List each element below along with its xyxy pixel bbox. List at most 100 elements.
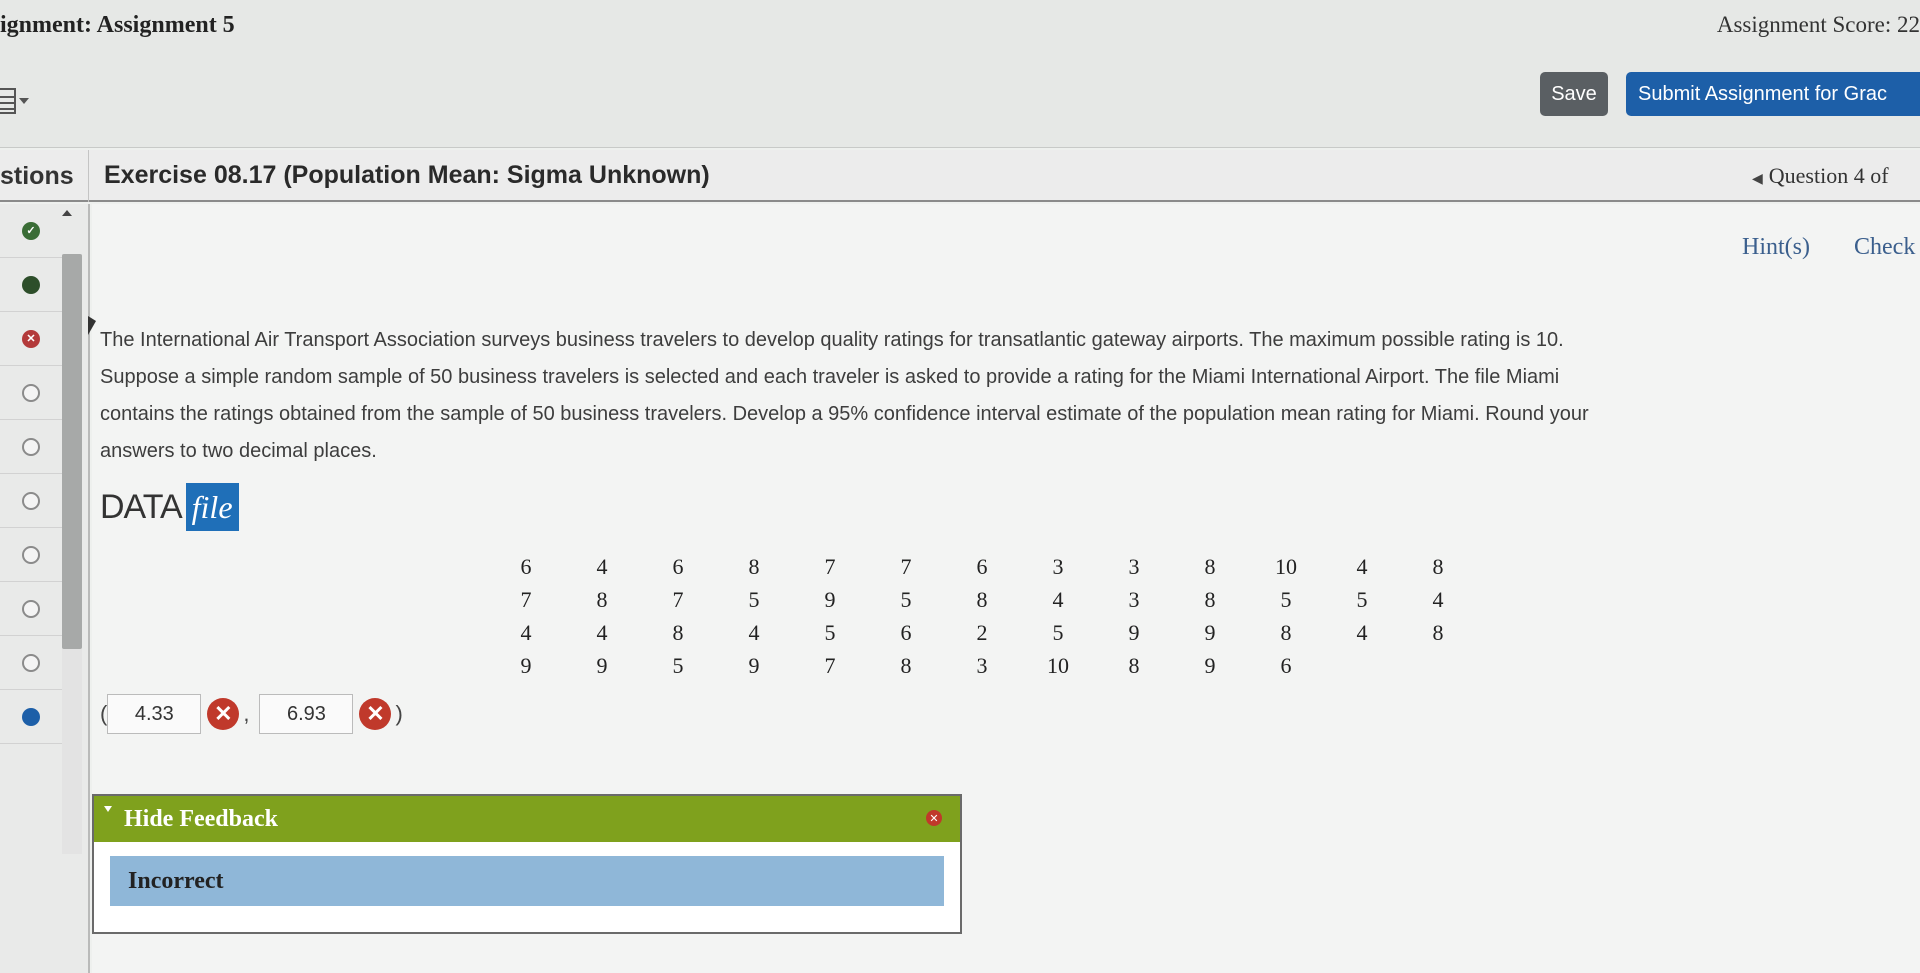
question-list-item[interactable] [0, 582, 62, 636]
question-nav-label: Question 4 of [1768, 163, 1889, 188]
table-cell: 4 [520, 619, 532, 645]
status-unanswered-icon [22, 545, 40, 564]
incorrect-icon: ✕ [207, 698, 240, 730]
table-cell: 9 [1204, 619, 1216, 645]
close-icon[interactable]: ✕ [926, 810, 942, 826]
table-cell: 8 [1204, 553, 1216, 579]
scroll-up-icon[interactable] [62, 210, 72, 216]
upper-bound-input[interactable] [259, 694, 354, 734]
table-cell: 8 [1280, 619, 1292, 645]
table-row: 9 9 5 9 7 8 3 10 8 9 6 [488, 649, 1476, 682]
scrollbar-thumb[interactable] [62, 254, 82, 649]
question-text: The International Air Transport Associat… [100, 322, 1920, 470]
feedback-panel: Hide Feedback ✕ Incorrect [92, 794, 962, 934]
table-cell: 9 [748, 652, 760, 678]
caret-down-icon [104, 806, 112, 812]
question-list-item[interactable] [0, 690, 62, 744]
answer-row: ( ✕ , ✕ ) [100, 692, 403, 736]
table-cell: 5 [1052, 619, 1064, 645]
questions-label: stions [0, 162, 74, 190]
table-cell: 6 [976, 553, 988, 579]
table-cell: 6 [672, 553, 684, 579]
question-list-sidebar: ✕ [0, 204, 90, 973]
feedback-header[interactable]: Hide Feedback ✕ [94, 796, 960, 842]
table-cell: 9 [1204, 652, 1216, 678]
table-cell: 4 [1356, 553, 1368, 579]
table-cell: 7 [824, 553, 836, 579]
table-cell: 5 [824, 619, 836, 645]
table-cell: 4 [1356, 619, 1368, 645]
question-nav[interactable]: ◀ Question 4 of [1752, 163, 1889, 189]
header: ignment: Assignment 5 Assignment Score: … [0, 0, 1920, 148]
table-cell: 6 [520, 553, 532, 579]
table-cell [1400, 649, 1476, 682]
data-label: DATA [100, 487, 183, 526]
table-cell: 8 [672, 619, 684, 645]
table-row: 7 8 7 5 9 5 8 4 3 8 5 5 4 [488, 583, 1476, 616]
table-cell: 7 [900, 553, 912, 579]
comma: , [243, 701, 250, 726]
question-line: contains the ratings obtained from the s… [100, 403, 1589, 425]
table-cell [1324, 649, 1400, 682]
incorrect-icon: ✕ [359, 698, 392, 730]
question-list-item[interactable] [0, 528, 62, 582]
save-button[interactable]: Save [1540, 72, 1608, 116]
table-cell: 2 [976, 619, 988, 645]
question-line: answers to two decimal places. [100, 440, 377, 462]
table-cell: 4 [1052, 586, 1064, 612]
table-cell: 5 [748, 586, 760, 612]
table-cell: 8 [1128, 652, 1140, 678]
status-unanswered-icon [22, 491, 40, 510]
status-partial-icon [22, 275, 40, 294]
question-list-item[interactable] [0, 366, 62, 420]
question-list-item[interactable]: ✕ [0, 312, 62, 366]
table-cell: 3 [1128, 553, 1140, 579]
status-unanswered-icon [22, 653, 40, 672]
list-icon [0, 88, 16, 114]
table-cell: 3 [1052, 553, 1064, 579]
question-list-item[interactable] [0, 420, 62, 474]
file-icon: file [185, 483, 239, 531]
table-cell: 10 [1275, 553, 1297, 579]
question-list-item[interactable] [0, 474, 62, 528]
hide-feedback-toggle[interactable]: Hide Feedback [124, 806, 278, 833]
assignment-score: Assignment Score: 22 [1716, 12, 1920, 37]
submit-assignment-button[interactable]: Submit Assignment for Grac [1626, 72, 1920, 116]
lower-bound-input[interactable] [107, 694, 202, 734]
table-cell: 8 [1432, 619, 1444, 645]
chevron-down-icon [19, 98, 29, 104]
data-file-link[interactable]: DATA file [100, 482, 239, 532]
question-list-item[interactable] [0, 204, 62, 258]
chevron-left-icon[interactable]: ◀ [1752, 172, 1763, 187]
table-cell: 5 [672, 652, 684, 678]
table-row: 6 4 6 8 7 7 6 3 3 8 10 4 8 [488, 550, 1476, 583]
question-line: Suppose a simple random sample of 50 bus… [100, 366, 1560, 388]
table-cell: 9 [520, 652, 532, 678]
status-unanswered-icon [22, 437, 40, 456]
table-cell: 4 [596, 619, 608, 645]
exercise-title: Exercise 08.17 (Population Mean: Sigma U… [104, 161, 710, 189]
open-paren: ( [100, 701, 108, 726]
table-cell: 9 [824, 586, 836, 612]
question-list-item[interactable] [0, 258, 62, 312]
data-table: 6 4 6 8 7 7 6 3 3 8 10 4 8 7 8 7 5 9 5 8 4 3 8 5 5 4 4 4 8 4 5 6 2 5 9 9 8 4 8… [488, 550, 1476, 682]
hints-link[interactable]: Hint(s) [1742, 234, 1810, 261]
menu-icon[interactable] [0, 86, 32, 116]
table-cell: 7 [672, 586, 684, 612]
table-cell: 7 [824, 652, 836, 678]
check-my-work-link[interactable]: Check My Wo [1854, 234, 1920, 261]
table-cell: 3 [1128, 586, 1140, 612]
table-cell: 6 [1280, 652, 1292, 678]
close-paren: ) [395, 701, 403, 726]
table-cell: 8 [976, 586, 988, 612]
status-unanswered-icon [22, 599, 40, 618]
status-current-icon [22, 707, 40, 726]
question-bar: stions Exercise 08.17 (Population Mean: … [0, 150, 1920, 202]
table-cell: 8 [1432, 553, 1444, 579]
table-cell: 8 [596, 586, 608, 612]
mouse-cursor-icon [88, 316, 96, 335]
question-line: The International Air Transport Associat… [100, 329, 1564, 351]
question-list-item[interactable] [0, 636, 62, 690]
table-cell: 8 [1204, 586, 1216, 612]
status-correct-icon [22, 221, 40, 240]
